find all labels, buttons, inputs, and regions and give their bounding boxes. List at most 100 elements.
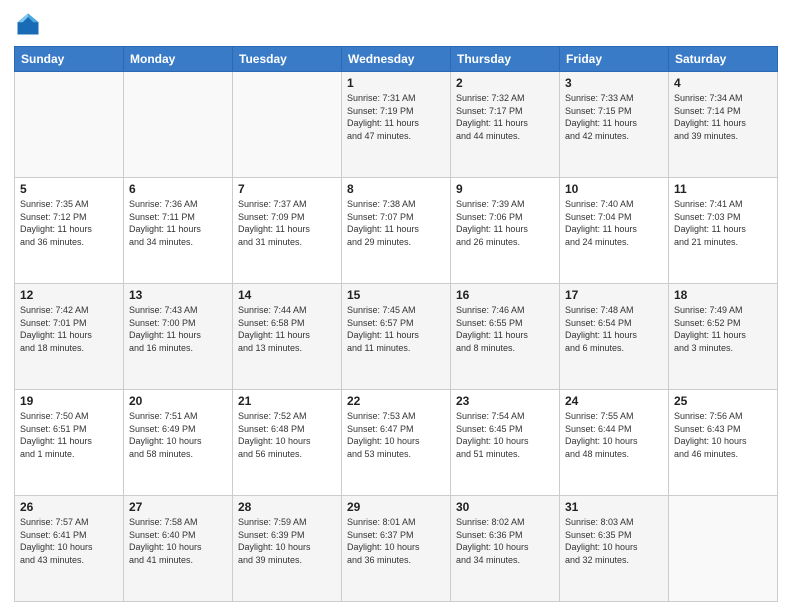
day-info: Sunrise: 8:03 AM Sunset: 6:35 PM Dayligh…	[565, 516, 663, 566]
day-number: 3	[565, 76, 663, 90]
day-cell-27: 27 Sunrise: 7:58 AM Sunset: 6:40 PM Dayli…	[124, 496, 233, 602]
day-info: Sunrise: 7:57 AM Sunset: 6:41 PM Dayligh…	[20, 516, 118, 566]
day-info: Sunrise: 7:44 AM Sunset: 6:58 PM Dayligh…	[238, 304, 336, 354]
day-number: 4	[674, 76, 772, 90]
day-info: Sunrise: 7:38 AM Sunset: 7:07 PM Dayligh…	[347, 198, 445, 248]
day-number: 29	[347, 500, 445, 514]
day-info: Sunrise: 7:35 AM Sunset: 7:12 PM Dayligh…	[20, 198, 118, 248]
header	[14, 10, 778, 38]
empty-cell	[15, 72, 124, 178]
calendar: SundayMondayTuesdayWednesdayThursdayFrid…	[14, 46, 778, 602]
day-info: Sunrise: 7:49 AM Sunset: 6:52 PM Dayligh…	[674, 304, 772, 354]
day-cell-28: 28 Sunrise: 7:59 AM Sunset: 6:39 PM Dayli…	[233, 496, 342, 602]
day-number: 14	[238, 288, 336, 302]
day-number: 7	[238, 182, 336, 196]
day-cell-14: 14 Sunrise: 7:44 AM Sunset: 6:58 PM Dayli…	[233, 284, 342, 390]
day-cell-16: 16Sunrise: 7:46 AM Sunset: 6:55 PM Dayli…	[451, 284, 560, 390]
day-info: Sunrise: 7:48 AM Sunset: 6:54 PM Dayligh…	[565, 304, 663, 354]
weekday-header-friday: Friday	[560, 47, 669, 72]
empty-cell	[233, 72, 342, 178]
day-number: 15	[347, 288, 445, 302]
calendar-week-3: 12 Sunrise: 7:42 AM Sunset: 7:01 PM Dayli…	[15, 284, 778, 390]
day-info: Sunrise: 7:40 AM Sunset: 7:04 PM Dayligh…	[565, 198, 663, 248]
day-cell-2: 2 Sunrise: 7:32 AM Sunset: 7:17 PM Daylig…	[451, 72, 560, 178]
day-info: Sunrise: 7:50 AM Sunset: 6:51 PM Dayligh…	[20, 410, 118, 460]
day-info: Sunrise: 7:51 AM Sunset: 6:49 PM Dayligh…	[129, 410, 227, 460]
day-number: 25	[674, 394, 772, 408]
day-cell-19: 19 Sunrise: 7:50 AM Sunset: 6:51 PM Dayli…	[15, 390, 124, 496]
weekday-header-thursday: Thursday	[451, 47, 560, 72]
day-cell-21: 21 Sunrise: 7:52 AM Sunset: 6:48 PM Dayli…	[233, 390, 342, 496]
weekday-header-monday: Monday	[124, 47, 233, 72]
day-number: 11	[674, 182, 772, 196]
calendar-week-5: 26 Sunrise: 7:57 AM Sunset: 6:41 PM Dayli…	[15, 496, 778, 602]
day-cell-3: 3 Sunrise: 7:33 AM Sunset: 7:15 PM Daylig…	[560, 72, 669, 178]
day-cell-24: 24Sunrise: 7:55 AM Sunset: 6:44 PM Dayli…	[560, 390, 669, 496]
page: SundayMondayTuesdayWednesdayThursdayFrid…	[0, 0, 792, 612]
day-cell-25: 25 Sunrise: 7:56 AM Sunset: 6:43 PM Dayli…	[669, 390, 778, 496]
day-info: Sunrise: 8:01 AM Sunset: 6:37 PM Dayligh…	[347, 516, 445, 566]
day-number: 6	[129, 182, 227, 196]
day-cell-4: 4 Sunrise: 7:34 AM Sunset: 7:14 PM Daylig…	[669, 72, 778, 178]
day-cell-13: 13 Sunrise: 7:43 AM Sunset: 7:00 PM Dayli…	[124, 284, 233, 390]
empty-cell	[124, 72, 233, 178]
day-info: Sunrise: 7:33 AM Sunset: 7:15 PM Dayligh…	[565, 92, 663, 142]
day-number: 17	[565, 288, 663, 302]
day-number: 28	[238, 500, 336, 514]
day-info: Sunrise: 7:37 AM Sunset: 7:09 PM Dayligh…	[238, 198, 336, 248]
day-cell-6: 6 Sunrise: 7:36 AM Sunset: 7:11 PM Daylig…	[124, 178, 233, 284]
day-info: Sunrise: 7:45 AM Sunset: 6:57 PM Dayligh…	[347, 304, 445, 354]
day-number: 13	[129, 288, 227, 302]
day-number: 1	[347, 76, 445, 90]
day-cell-23: 23 Sunrise: 7:54 AM Sunset: 6:45 PM Dayli…	[451, 390, 560, 496]
day-info: Sunrise: 8:02 AM Sunset: 6:36 PM Dayligh…	[456, 516, 554, 566]
day-info: Sunrise: 7:41 AM Sunset: 7:03 PM Dayligh…	[674, 198, 772, 248]
day-info: Sunrise: 7:58 AM Sunset: 6:40 PM Dayligh…	[129, 516, 227, 566]
day-info: Sunrise: 7:52 AM Sunset: 6:48 PM Dayligh…	[238, 410, 336, 460]
day-info: Sunrise: 7:59 AM Sunset: 6:39 PM Dayligh…	[238, 516, 336, 566]
day-number: 22	[347, 394, 445, 408]
day-cell-8: 8Sunrise: 7:38 AM Sunset: 7:07 PM Daylig…	[342, 178, 451, 284]
day-info: Sunrise: 7:32 AM Sunset: 7:17 PM Dayligh…	[456, 92, 554, 142]
day-number: 18	[674, 288, 772, 302]
calendar-week-4: 19 Sunrise: 7:50 AM Sunset: 6:51 PM Dayli…	[15, 390, 778, 496]
day-info: Sunrise: 7:54 AM Sunset: 6:45 PM Dayligh…	[456, 410, 554, 460]
day-cell-22: 22Sunrise: 7:53 AM Sunset: 6:47 PM Dayli…	[342, 390, 451, 496]
day-number: 2	[456, 76, 554, 90]
day-cell-20: 20Sunrise: 7:51 AM Sunset: 6:49 PM Dayli…	[124, 390, 233, 496]
day-number: 9	[456, 182, 554, 196]
day-number: 27	[129, 500, 227, 514]
weekday-header-saturday: Saturday	[669, 47, 778, 72]
day-number: 24	[565, 394, 663, 408]
day-number: 31	[565, 500, 663, 514]
day-info: Sunrise: 7:31 AM Sunset: 7:19 PM Dayligh…	[347, 92, 445, 142]
day-info: Sunrise: 7:43 AM Sunset: 7:00 PM Dayligh…	[129, 304, 227, 354]
day-number: 30	[456, 500, 554, 514]
day-number: 19	[20, 394, 118, 408]
weekday-header-sunday: Sunday	[15, 47, 124, 72]
day-number: 21	[238, 394, 336, 408]
logo	[14, 10, 46, 38]
day-info: Sunrise: 7:46 AM Sunset: 6:55 PM Dayligh…	[456, 304, 554, 354]
calendar-week-2: 5 Sunrise: 7:35 AM Sunset: 7:12 PM Daylig…	[15, 178, 778, 284]
day-cell-11: 11 Sunrise: 7:41 AM Sunset: 7:03 PM Dayli…	[669, 178, 778, 284]
empty-cell	[669, 496, 778, 602]
logo-icon	[14, 10, 42, 38]
day-cell-9: 9 Sunrise: 7:39 AM Sunset: 7:06 PM Daylig…	[451, 178, 560, 284]
day-cell-31: 31 Sunrise: 8:03 AM Sunset: 6:35 PM Dayli…	[560, 496, 669, 602]
day-info: Sunrise: 7:36 AM Sunset: 7:11 PM Dayligh…	[129, 198, 227, 248]
day-number: 5	[20, 182, 118, 196]
day-cell-29: 29 Sunrise: 8:01 AM Sunset: 6:37 PM Dayli…	[342, 496, 451, 602]
day-number: 12	[20, 288, 118, 302]
day-number: 10	[565, 182, 663, 196]
day-number: 26	[20, 500, 118, 514]
day-info: Sunrise: 7:42 AM Sunset: 7:01 PM Dayligh…	[20, 304, 118, 354]
day-info: Sunrise: 7:39 AM Sunset: 7:06 PM Dayligh…	[456, 198, 554, 248]
day-cell-26: 26 Sunrise: 7:57 AM Sunset: 6:41 PM Dayli…	[15, 496, 124, 602]
day-info: Sunrise: 7:56 AM Sunset: 6:43 PM Dayligh…	[674, 410, 772, 460]
day-cell-10: 10 Sunrise: 7:40 AM Sunset: 7:04 PM Dayli…	[560, 178, 669, 284]
day-info: Sunrise: 7:34 AM Sunset: 7:14 PM Dayligh…	[674, 92, 772, 142]
day-cell-1: 1 Sunrise: 7:31 AM Sunset: 7:19 PM Daylig…	[342, 72, 451, 178]
weekday-header-tuesday: Tuesday	[233, 47, 342, 72]
day-number: 23	[456, 394, 554, 408]
